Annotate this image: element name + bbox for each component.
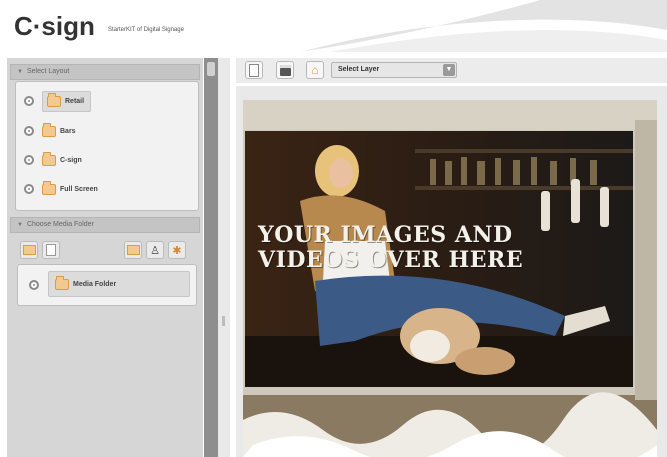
save-icon <box>279 64 291 76</box>
person-icon: ♙ <box>150 244 160 257</box>
select-layout-title: Select Layout <box>26 68 70 75</box>
radio-button[interactable] <box>24 126 34 136</box>
placeholder-overlay-text: YOUR IMAGES AND VIDEOS OVER HERE <box>258 223 628 273</box>
settings-button[interactable]: ✱ <box>168 241 186 259</box>
app-logo: C·sign <box>14 11 95 41</box>
overlay-line-1: YOUR IMAGES AND <box>258 222 513 248</box>
folder-icon <box>42 180 56 195</box>
folder-icon <box>55 275 69 290</box>
layer-select[interactable]: Select Layer ▼ <box>331 62 457 78</box>
layout-item-full-screen[interactable]: Full Screen <box>24 178 98 200</box>
clipboard-icon <box>249 63 259 77</box>
save-button[interactable] <box>276 61 294 79</box>
person-button[interactable]: ♙ <box>146 241 164 259</box>
header-swoosh-decoration <box>300 0 667 52</box>
home-button[interactable]: ⌂ <box>306 61 324 79</box>
radio-button[interactable] <box>24 155 34 165</box>
panel-splitter[interactable] <box>218 58 230 457</box>
radio-button[interactable] <box>29 280 39 290</box>
layout-item-retail[interactable]: Retail <box>24 90 92 112</box>
content-image[interactable]: YOUR IMAGES AND VIDEOS OVER HERE <box>245 131 633 387</box>
dropdown-arrow-icon[interactable]: ▼ <box>443 64 455 76</box>
folder-icon <box>42 122 56 137</box>
scrollbar-thumb[interactable] <box>207 62 215 76</box>
media-folder-label: Media Folder <box>73 280 117 288</box>
collapse-triangle-icon: ▼ <box>17 222 23 228</box>
folder-icon <box>42 151 56 166</box>
media-folder-list: Media Folder <box>17 264 197 306</box>
collapse-triangle-icon: ▼ <box>17 69 23 75</box>
radio-button[interactable] <box>24 96 34 106</box>
splitter-grip[interactable] <box>222 316 225 326</box>
layout-item-c-sign[interactable]: C-sign <box>24 149 82 171</box>
select-layout-header[interactable]: ▼ Select Layout <box>10 64 200 80</box>
home-icon: ⌂ <box>311 63 319 77</box>
image-icon <box>126 245 140 255</box>
layout-label: Retail <box>65 97 85 105</box>
folder-open-button[interactable] <box>20 241 38 259</box>
document-icon <box>46 244 56 256</box>
layout-label: C-sign <box>60 156 82 164</box>
layout-item-bars[interactable]: Bars <box>24 120 76 142</box>
left-panel-scrollbar[interactable] <box>204 58 218 457</box>
overlay-line-2: VIDEOS OVER HERE <box>258 247 524 273</box>
layout-label: Full Screen <box>60 185 98 193</box>
app-header: C·sign StarterKIT of Digital Signage <box>0 0 667 52</box>
media-folder-header[interactable]: ▼ Choose Media Folder <box>10 217 200 233</box>
clipboard-button[interactable] <box>245 61 263 79</box>
editor-toolbar: ⌂ Select Layer ▼ <box>236 58 667 83</box>
document-button[interactable] <box>42 241 60 259</box>
media-button-row: ♙ ✱ <box>20 241 196 261</box>
layer-select-value: Select Layer <box>338 66 380 73</box>
media-section-title: Choose Media Folder <box>26 221 94 228</box>
layout-label: Bars <box>60 127 76 135</box>
folder-open-icon <box>22 245 36 255</box>
app-tagline: StarterKIT of Digital Signage <box>108 27 184 33</box>
radio-button[interactable] <box>24 184 34 194</box>
settings-icon: ✱ <box>172 244 182 257</box>
layout-list: Retail Bars C-sign Full Screen <box>15 81 199 211</box>
media-folder-item[interactable]: Media Folder <box>48 271 190 297</box>
folder-icon <box>47 92 61 107</box>
selected-layout-chip[interactable]: Retail <box>42 90 92 112</box>
image-button[interactable] <box>124 241 142 259</box>
